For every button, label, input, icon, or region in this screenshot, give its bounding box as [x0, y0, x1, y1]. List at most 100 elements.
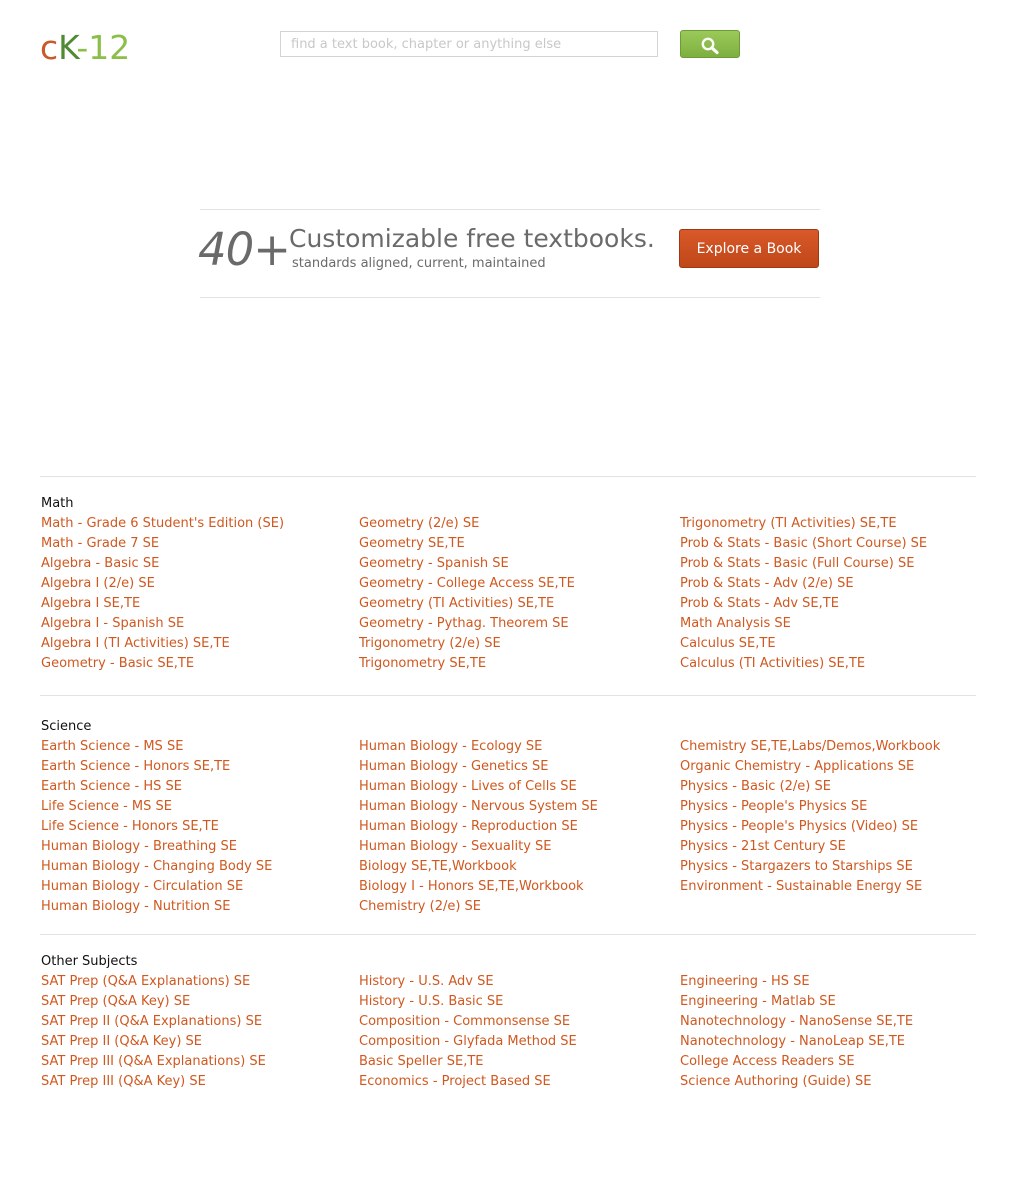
book-list-item: Engineering - Matlab SE [680, 992, 913, 1012]
book-link[interactable]: Human Biology - Nutrition SE [41, 899, 230, 914]
book-list-column: Geometry (2/e) SE Geometry SE,TE Geometry … [359, 514, 575, 674]
book-link[interactable]: Geometry - College Access SE,TE [359, 576, 575, 591]
book-link[interactable]: Science Authoring (Guide) SE [680, 1074, 871, 1089]
book-list-item: Engineering - HS SE [680, 972, 913, 992]
book-link[interactable]: Human Biology - Ecology SE [359, 739, 542, 754]
book-link[interactable]: Algebra - Basic SE [41, 556, 159, 571]
book-link[interactable]: Math Analysis SE [680, 616, 791, 631]
book-link[interactable]: Geometry - Basic SE,TE [41, 656, 194, 671]
book-list-item: Biology I - Honors SE,TE,Workbook [359, 877, 598, 897]
book-link[interactable]: Human Biology - Changing Body SE [41, 859, 272, 874]
book-link[interactable]: Nanotechnology - NanoSense SE,TE [680, 1014, 913, 1029]
book-list-column: History - U.S. Adv SE History - U.S. Basi… [359, 972, 577, 1092]
book-link[interactable]: Prob & Stats - Adv SE,TE [680, 596, 839, 611]
promo-title: Customizable free textbooks. [289, 224, 655, 253]
book-list-item: Geometry - Pythag. Theorem SE [359, 614, 575, 634]
book-link[interactable]: Geometry SE,TE [359, 536, 465, 551]
search-input[interactable] [280, 31, 658, 57]
book-link[interactable]: Human Biology - Genetics SE [359, 759, 549, 774]
section-title: Science [41, 719, 92, 734]
book-link[interactable]: Trigonometry SE,TE [359, 656, 486, 671]
book-link[interactable]: College Access Readers SE [680, 1054, 855, 1069]
book-link[interactable]: Life Science - Honors SE,TE [41, 819, 219, 834]
book-link[interactable]: SAT Prep III (Q&A Key) SE [41, 1074, 206, 1089]
book-link[interactable]: Human Biology - Sexuality SE [359, 839, 552, 854]
book-list-column: Earth Science - MS SE Earth Science - Hon… [41, 737, 272, 917]
book-list-item: Human Biology - Nervous System SE [359, 797, 598, 817]
book-link[interactable]: Composition - Glyfada Method SE [359, 1034, 577, 1049]
book-link[interactable]: Physics - People's Physics SE [680, 799, 867, 814]
book-link[interactable]: Physics - 21st Century SE [680, 839, 846, 854]
book-list-item: Nanotechnology - NanoSense SE,TE [680, 1012, 913, 1032]
book-link[interactable]: Basic Speller SE,TE [359, 1054, 484, 1069]
section-divider [40, 476, 976, 477]
logo-dash: - [76, 28, 89, 67]
book-link[interactable]: Prob & Stats - Adv (2/e) SE [680, 576, 854, 591]
book-list-item: Economics - Project Based SE [359, 1072, 577, 1092]
book-link[interactable]: Algebra I (2/e) SE [41, 576, 155, 591]
book-link[interactable]: Algebra I SE,TE [41, 596, 140, 611]
book-list-column: SAT Prep (Q&A Explanations) SE SAT Prep (… [41, 972, 266, 1092]
book-link[interactable]: Physics - Basic (2/e) SE [680, 779, 831, 794]
book-list-column: Trigonometry (TI Activities) SE,TE Prob &… [680, 514, 927, 674]
book-link[interactable]: Geometry (TI Activities) SE,TE [359, 596, 554, 611]
book-link[interactable]: Math - Grade 7 SE [41, 536, 159, 551]
book-link[interactable]: Physics - Stargazers to Starships SE [680, 859, 913, 874]
book-link[interactable]: Human Biology - Nervous System SE [359, 799, 598, 814]
book-list-item: Human Biology - Circulation SE [41, 877, 272, 897]
book-link[interactable]: SAT Prep II (Q&A Explanations) SE [41, 1014, 262, 1029]
book-link[interactable]: Composition - Commonsense SE [359, 1014, 570, 1029]
book-link[interactable]: Geometry - Spanish SE [359, 556, 509, 571]
book-link[interactable]: Geometry (2/e) SE [359, 516, 479, 531]
book-link[interactable]: Human Biology - Lives of Cells SE [359, 779, 577, 794]
book-link[interactable]: Geometry - Pythag. Theorem SE [359, 616, 569, 631]
book-link[interactable]: Calculus (TI Activities) SE,TE [680, 656, 865, 671]
book-link[interactable]: Engineering - HS SE [680, 974, 810, 989]
book-list-item: Human Biology - Lives of Cells SE [359, 777, 598, 797]
book-link[interactable]: Biology I - Honors SE,TE,Workbook [359, 879, 584, 894]
book-link[interactable]: Chemistry (2/e) SE [359, 899, 481, 914]
book-list-item: Science Authoring (Guide) SE [680, 1072, 913, 1092]
book-list-item: Algebra I (TI Activities) SE,TE [41, 634, 284, 654]
book-link[interactable]: Algebra I (TI Activities) SE,TE [41, 636, 230, 651]
book-link[interactable]: Algebra I - Spanish SE [41, 616, 184, 631]
book-link[interactable]: Nanotechnology - NanoLeap SE,TE [680, 1034, 905, 1049]
book-list-item: Prob & Stats - Adv (2/e) SE [680, 574, 927, 594]
book-list-item: Earth Science - Honors SE,TE [41, 757, 272, 777]
book-list-item: SAT Prep III (Q&A Explanations) SE [41, 1052, 266, 1072]
book-link[interactable]: Trigonometry (2/e) SE [359, 636, 501, 651]
book-link[interactable]: Prob & Stats - Basic (Short Course) SE [680, 536, 927, 551]
book-link[interactable]: Chemistry SE,TE,Labs/Demos,Workbook [680, 739, 940, 754]
book-list-item: Geometry - Basic SE,TE [41, 654, 284, 674]
book-link[interactable]: Prob & Stats - Basic (Full Course) SE [680, 556, 914, 571]
book-link[interactable]: Human Biology - Reproduction SE [359, 819, 578, 834]
book-link[interactable]: Human Biology - Circulation SE [41, 879, 243, 894]
book-link[interactable]: SAT Prep III (Q&A Explanations) SE [41, 1054, 266, 1069]
book-link[interactable]: Earth Science - HS SE [41, 779, 182, 794]
book-link[interactable]: SAT Prep (Q&A Key) SE [41, 994, 190, 1009]
book-link[interactable]: Calculus SE,TE [680, 636, 776, 651]
book-link[interactable]: Trigonometry (TI Activities) SE,TE [680, 516, 897, 531]
book-list-item: Prob & Stats - Basic (Short Course) SE [680, 534, 927, 554]
book-list-item: Prob & Stats - Basic (Full Course) SE [680, 554, 927, 574]
book-list-item: History - U.S. Basic SE [359, 992, 577, 1012]
book-link[interactable]: History - U.S. Adv SE [359, 974, 494, 989]
book-link[interactable]: History - U.S. Basic SE [359, 994, 503, 1009]
book-link[interactable]: Economics - Project Based SE [359, 1074, 551, 1089]
book-link[interactable]: Earth Science - MS SE [41, 739, 183, 754]
book-link[interactable]: Earth Science - Honors SE,TE [41, 759, 230, 774]
book-link[interactable]: Physics - People's Physics (Video) SE [680, 819, 918, 834]
ck12-logo[interactable]: cK-12 [40, 28, 130, 68]
explore-book-button[interactable]: Explore a Book [679, 229, 819, 268]
book-link[interactable]: Engineering - Matlab SE [680, 994, 836, 1009]
book-link[interactable]: Human Biology - Breathing SE [41, 839, 237, 854]
book-link[interactable]: Math - Grade 6 Student's Edition (SE) [41, 516, 284, 531]
book-link[interactable]: SAT Prep (Q&A Explanations) SE [41, 974, 250, 989]
search-button[interactable] [680, 30, 740, 58]
book-link[interactable]: SAT Prep II (Q&A Key) SE [41, 1034, 202, 1049]
book-link[interactable]: Organic Chemistry - Applications SE [680, 759, 914, 774]
book-link[interactable]: Biology SE,TE,Workbook [359, 859, 517, 874]
book-link[interactable]: Environment - Sustainable Energy SE [680, 879, 922, 894]
book-link[interactable]: Life Science - MS SE [41, 799, 172, 814]
book-list-item: SAT Prep II (Q&A Key) SE [41, 1032, 266, 1052]
